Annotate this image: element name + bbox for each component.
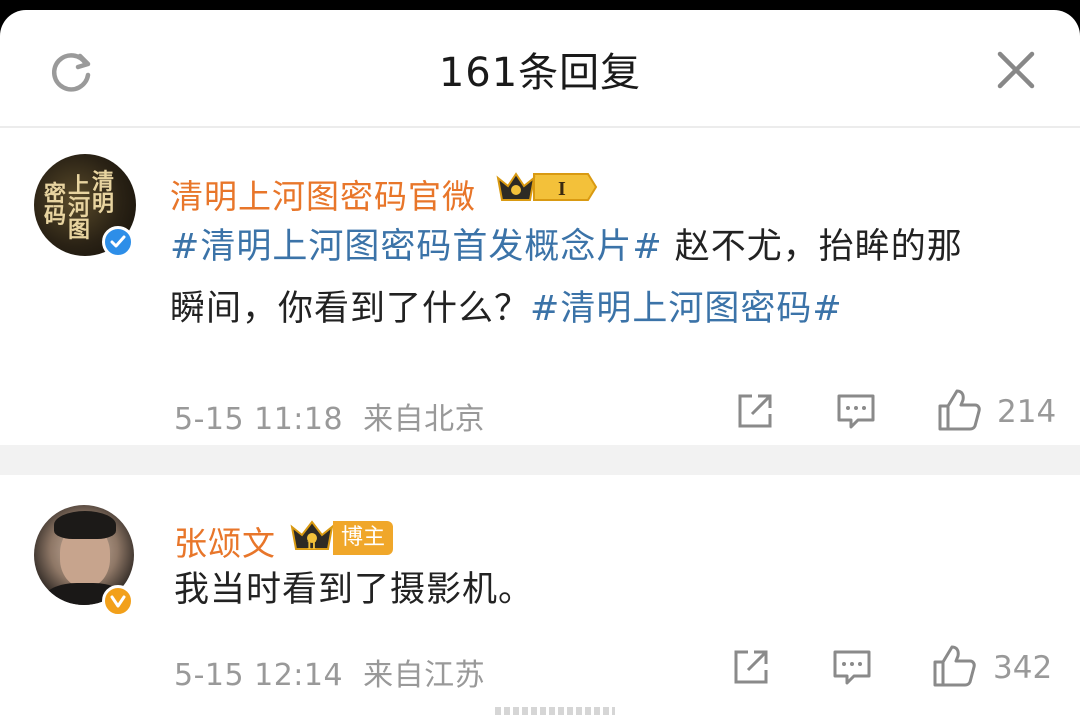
sheet-title: 161条回复: [438, 50, 642, 96]
thumbs-up-icon[interactable]: [931, 644, 977, 688]
reply-item: 张颂文 II 博主 我当时看到了摄影机。 5-15 12:14 来自江苏 342: [0, 475, 1080, 726]
comment-icon[interactable]: [836, 392, 876, 432]
post-text: #清明上河图密码首发概念片# 赵不尤，抬眸的那 瞬间，你看到了什么？#清明上河图…: [170, 227, 963, 329]
post-location: 来自北京: [363, 402, 486, 437]
topic-link[interactable]: #清明上河图密码#: [530, 289, 843, 329]
crown-rank-icon: I: [496, 172, 598, 201]
reply-meta: 5-15 12:14 来自江苏: [174, 650, 485, 694]
post-time: 5-15 11:18: [174, 402, 344, 437]
reply-text: 我当时看到了摄影机。: [174, 570, 535, 610]
share-icon[interactable]: [732, 648, 770, 686]
section-divider: [0, 445, 1080, 475]
svg-text:I: I: [558, 178, 566, 200]
reply-username[interactable]: 张颂文: [174, 517, 276, 565]
original-post: 清 明 上 河 图 密 码 清明上河图密码官微 I #清明上河图密码首发概念片#…: [0, 130, 1080, 445]
verified-icon: [102, 226, 134, 258]
sheet-header: 161条回复: [0, 10, 1080, 128]
like-count: 214: [997, 394, 1057, 430]
crown-rank-icon: II: [290, 520, 334, 552]
post-username[interactable]: 清明上河图密码官微: [170, 170, 476, 218]
like-count: 342: [993, 650, 1053, 686]
thumbs-up-icon[interactable]: [936, 388, 982, 432]
blogger-badge: 博主: [333, 521, 394, 555]
reply-sheet: 161条回复 清 明 上 河 图 密 码 清明上河图密码官微 I #清明上河图密…: [0, 10, 1080, 726]
reply-location: 来自江苏: [363, 658, 486, 693]
topic-link[interactable]: #清明上河图密码首发概念片#: [170, 227, 663, 267]
close-icon[interactable]: [992, 46, 1040, 94]
post-meta: 5-15 11:18 来自北京: [174, 394, 485, 438]
svg-text:II: II: [307, 538, 317, 552]
reply-time: 5-15 12:14: [174, 658, 344, 693]
watermark-dots: [495, 707, 615, 715]
verified-icon: [102, 585, 134, 617]
share-icon[interactable]: [736, 392, 774, 430]
comment-icon[interactable]: [832, 648, 872, 688]
